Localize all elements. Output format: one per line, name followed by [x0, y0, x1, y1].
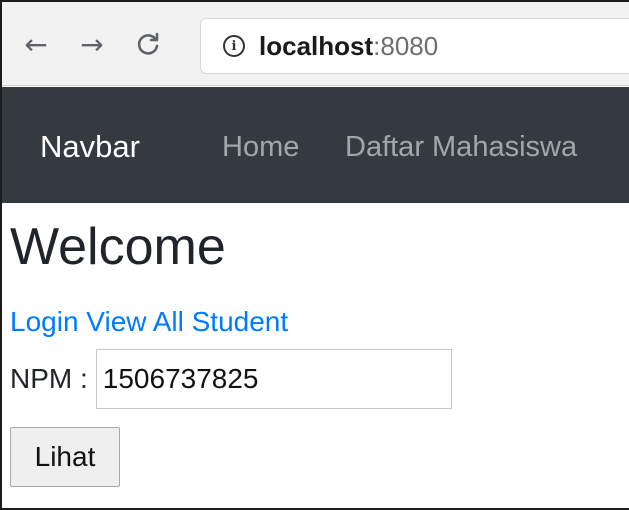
nav-link-home[interactable]: Home: [222, 131, 299, 164]
view-all-student-link[interactable]: View All Student: [86, 306, 288, 337]
browser-window: ← → i localhost:8080 Navbar Home Daftar …: [0, 0, 629, 510]
url-host: localhost: [259, 30, 374, 61]
forward-arrow-icon[interactable]: →: [76, 24, 108, 64]
lihat-button[interactable]: Lihat: [10, 427, 120, 487]
npm-input[interactable]: [95, 349, 452, 409]
npm-label: NPM :: [10, 363, 88, 394]
nav-link-daftar-mahasiswa[interactable]: Daftar Mahasiswa: [345, 131, 577, 164]
address-bar[interactable]: i localhost:8080: [200, 18, 629, 74]
page-title: Welcome: [10, 218, 226, 276]
url-text[interactable]: localhost:8080: [259, 31, 438, 62]
action-links: Login View All Student: [10, 306, 288, 338]
npm-form-row: NPM :: [10, 349, 452, 409]
login-link[interactable]: Login: [10, 306, 79, 337]
reload-icon-graphic: [137, 32, 159, 55]
url-port: :8080: [373, 30, 439, 61]
back-arrow-icon[interactable]: ←: [20, 24, 52, 64]
app-navbar: Navbar Home Daftar Mahasiswa: [2, 87, 629, 203]
browser-toolbar: ← → i localhost:8080: [2, 2, 629, 86]
navbar-brand[interactable]: Navbar: [40, 129, 140, 165]
reload-icon[interactable]: [132, 24, 164, 64]
info-icon[interactable]: i: [223, 35, 245, 57]
